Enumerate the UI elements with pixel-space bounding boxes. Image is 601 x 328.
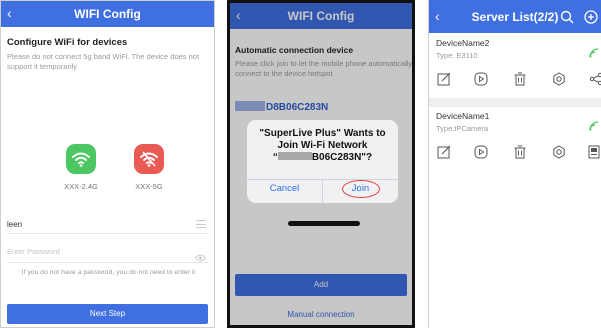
device-actions: [429, 145, 601, 165]
ssid-value: leen: [7, 220, 23, 229]
dialog-message: "SuperLive Plus" Wants to Join Wi-Fi Net…: [251, 128, 394, 164]
dialog-ssid-suffix: B06C283N"?: [311, 152, 373, 163]
home-indicator: [288, 221, 360, 226]
band-option-5g[interactable]: XXX-5G: [119, 144, 179, 191]
device-item[interactable]: DeviceName2 Type: E3110: [429, 37, 601, 97]
nav-bar: ‹ Server List(2/2): [429, 0, 601, 33]
wifi-config-screen: ‹ WIFI Config Configure WiFi for devices…: [0, 0, 215, 328]
redacted-mask: [277, 152, 312, 160]
ssid-field[interactable]: leen: [7, 216, 208, 234]
delete-icon[interactable]: [513, 72, 527, 86]
search-icon[interactable]: [560, 10, 574, 29]
share-icon[interactable]: [589, 72, 601, 86]
highlight-circle: [342, 180, 380, 198]
next-step-button[interactable]: Next Step: [7, 304, 208, 324]
dialog-line-2: Join Wi-Fi Network: [277, 140, 368, 151]
delete-icon[interactable]: [513, 145, 527, 159]
dialog-line-3: “B06C283N"?: [272, 152, 373, 163]
nav-bar: ‹ WIFI Config: [1, 1, 214, 27]
section-heading: Configure WiFi for devices: [7, 37, 128, 48]
password-field[interactable]: [7, 245, 208, 263]
page-title: WIFI Config: [74, 7, 141, 21]
device-name: DeviceName2: [436, 38, 490, 48]
password-input[interactable]: [7, 247, 177, 256]
device-type: Type: E3110: [436, 51, 478, 60]
play-icon[interactable]: [474, 72, 488, 86]
edit-icon[interactable]: [437, 72, 451, 86]
page-title: Server List(2/2): [471, 10, 559, 24]
server-list-screen: ‹ Server List(2/2) DeviceName2 Type: E31…: [428, 0, 601, 328]
device-info-icon[interactable]: [587, 145, 601, 159]
dialog-line-1: "SuperLive Plus" Wants to: [259, 128, 386, 139]
wifi-join-screen: ‹ WIFI Config Automatic connection devic…: [227, 0, 415, 328]
wifi-signal-icon: [589, 118, 599, 136]
device-actions: [429, 72, 601, 92]
device-item[interactable]: DeviceName1 Type:IPCamera: [429, 110, 601, 170]
hint-text: If you do not have a password, you do no…: [21, 269, 196, 276]
band-option-2-4g[interactable]: XXX-2.4G: [51, 144, 111, 191]
list-icon[interactable]: [196, 220, 206, 228]
eye-icon[interactable]: [194, 249, 207, 267]
settings-icon[interactable]: [552, 145, 566, 159]
list-separator: [429, 98, 601, 107]
wifi-icon: [66, 144, 96, 174]
band-label: XXX-2.4G: [64, 182, 98, 191]
wifi-signal-icon: [589, 45, 599, 63]
cancel-button[interactable]: Cancel: [247, 183, 322, 194]
wifi-off-icon: [134, 144, 164, 174]
device-name: DeviceName1: [436, 111, 490, 121]
edit-icon[interactable]: [437, 145, 451, 159]
device-type: Type:IPCamera: [436, 124, 489, 133]
play-icon[interactable]: [474, 145, 488, 159]
add-icon[interactable]: [584, 10, 598, 29]
join-wifi-dialog: "SuperLive Plus" Wants to Join Wi-Fi Net…: [247, 120, 398, 203]
settings-icon[interactable]: [552, 72, 566, 86]
band-label: XXX-5G: [135, 182, 163, 191]
description-text: Please do not connect 5g band WiFi. The …: [7, 52, 200, 71]
